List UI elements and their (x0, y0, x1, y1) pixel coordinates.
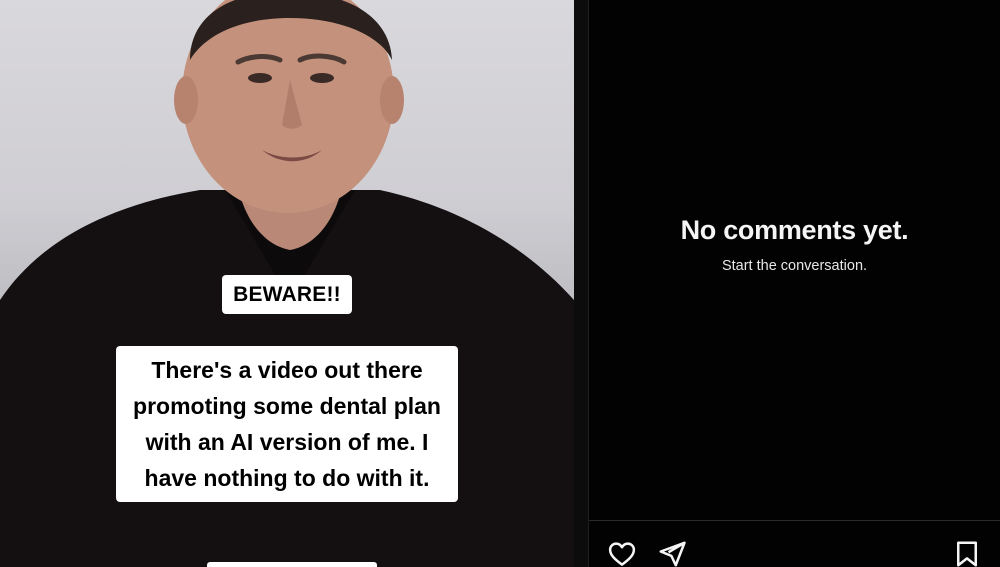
paper-plane-icon[interactable] (657, 539, 687, 567)
comments-empty-state: No comments yet. Start the conversation. (589, 215, 1000, 274)
comments-panel: No comments yet. Start the conversation. (588, 0, 1000, 567)
empty-state-title: No comments yet. (680, 215, 909, 245)
caption-beware: BEWARE!! (0, 275, 574, 315)
bookmark-icon[interactable] (952, 539, 982, 567)
empty-state-subtitle: Start the conversation. (721, 258, 868, 274)
post-action-bar (589, 520, 1000, 567)
post-viewer: BEWARE!! There's a video out there promo… (0, 0, 1000, 567)
post-media[interactable]: BEWARE!! There's a video out there promo… (0, 0, 574, 567)
caption-beware-text: BEWARE!! (222, 275, 352, 315)
heart-icon[interactable] (607, 539, 637, 567)
caption-main: There's a video out there promoting some… (0, 346, 574, 502)
caption-next-partial (207, 562, 377, 567)
panel-divider (574, 0, 588, 567)
caption-main-text: There's a video out there promoting some… (116, 346, 458, 502)
